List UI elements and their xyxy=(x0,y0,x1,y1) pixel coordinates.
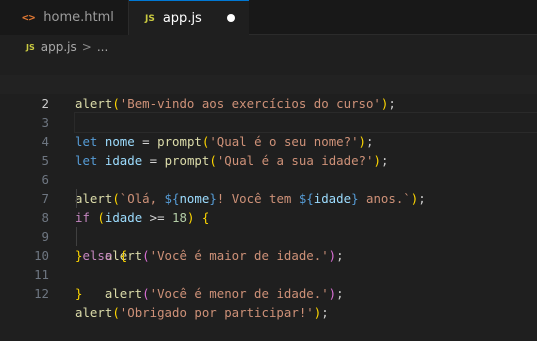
indent-guide xyxy=(76,227,77,246)
code-line[interactable]: 6 alert(`Olá, ${nome}! Você tem ${idade}… xyxy=(0,151,537,206)
code-line[interactable]: 1 alert('Bem-vindo aos exercícios do cur… xyxy=(0,56,537,111)
code-line[interactable]: 12 alert('Obrigado por participar!'); xyxy=(0,265,537,320)
code-line[interactable]: 4 let idade = prompt('Qual é a sua idade… xyxy=(0,113,537,168)
tab-app-js[interactable]: JS app.js xyxy=(129,0,249,36)
tab-bar: <> home.html JS app.js xyxy=(0,0,537,36)
code-line[interactable]: 9 }else { xyxy=(0,208,537,263)
breadcrumb: JS app.js > ... xyxy=(26,37,108,57)
tab-label: app.js xyxy=(162,11,202,26)
indent-guide xyxy=(76,189,77,208)
code-editor[interactable]: 1 alert('Bem-vindo aos exercícios do cur… xyxy=(0,56,537,320)
code-line[interactable]: 7 if (idade >= 18) { xyxy=(0,170,537,225)
html-file-icon: <> xyxy=(22,11,36,24)
chevron-right-icon: > xyxy=(81,40,92,54)
tab-home-html[interactable]: <> home.html xyxy=(0,0,129,35)
js-file-icon: JS xyxy=(145,13,155,24)
breadcrumb-file[interactable]: app.js xyxy=(41,40,77,54)
code-line[interactable]: 8 alert('Você é maior de idade.'); xyxy=(0,189,537,263)
code-text: alert('Obrigado por participar!'); xyxy=(75,305,329,320)
breadcrumb-more[interactable]: ... xyxy=(97,40,108,54)
unsaved-dot-icon[interactable] xyxy=(227,14,235,22)
code-line[interactable]: 10 alert('Você é menor de idade.'); xyxy=(0,227,537,301)
code-line[interactable]: 5 xyxy=(0,132,537,168)
code-line[interactable]: 11 } xyxy=(0,246,537,301)
tab-label: home.html xyxy=(43,10,114,25)
code-text: } xyxy=(75,286,83,301)
js-file-icon: JS xyxy=(26,42,35,52)
line-number: 12 xyxy=(34,286,49,301)
code-line[interactable]: 3 let nome = prompt('Qual é o seu nome?'… xyxy=(0,94,537,149)
code-line-current[interactable]: 2 xyxy=(0,75,537,133)
